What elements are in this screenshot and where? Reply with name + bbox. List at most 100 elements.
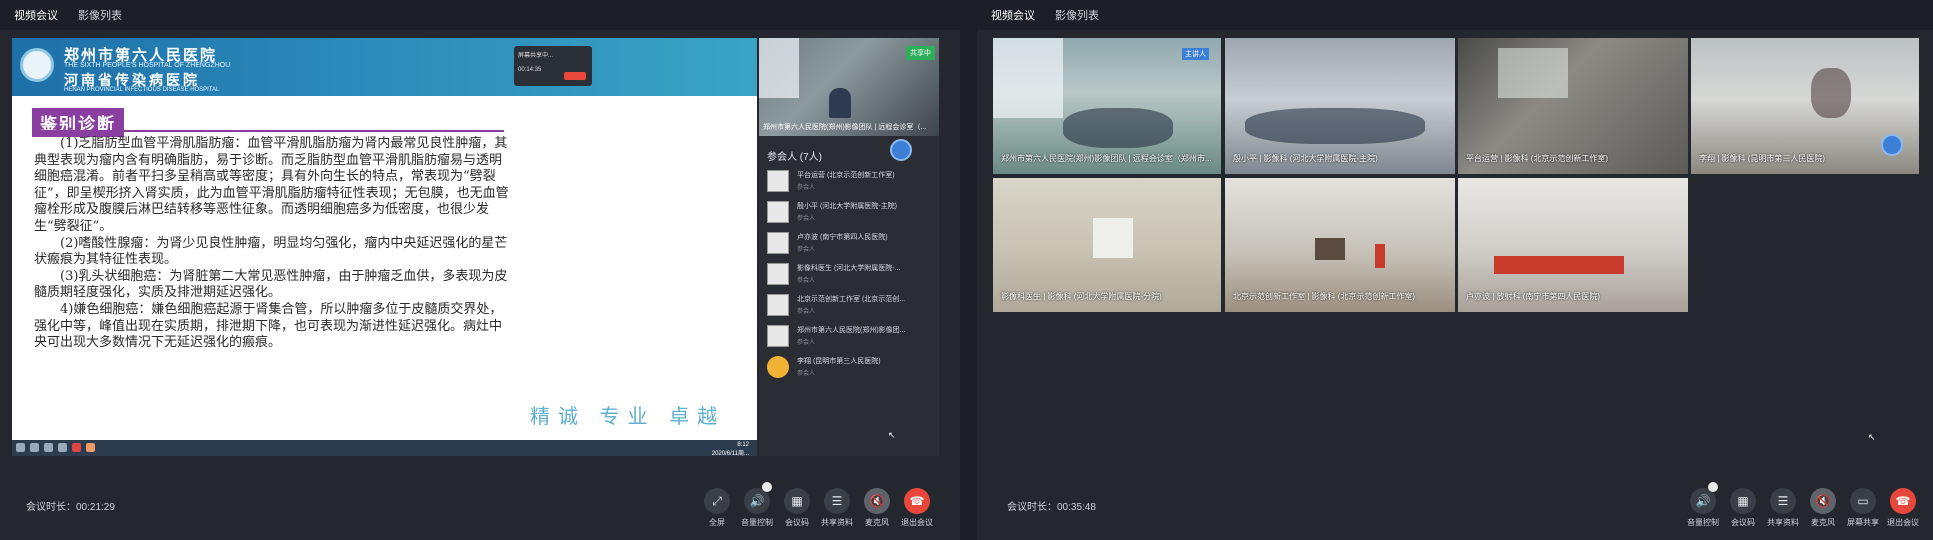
video-people <box>1063 108 1173 148</box>
share-popup-text: 屏幕共享中... <box>518 53 554 59</box>
control-label: 退出会议 <box>1887 518 1919 527</box>
hospital-logo <box>20 48 54 82</box>
participant-item[interactable]: 李翔 (昆明市第三人民医院) 参会人 <box>767 354 935 385</box>
control-label: 会议码 <box>1731 518 1755 527</box>
windows-start-icon <box>16 443 25 452</box>
video-tile-label: 李翔 | 影像科 (昆明市第三人民医院) <box>1699 154 1826 163</box>
microphone-button[interactable]: 🔇 麦克风 <box>1806 488 1840 528</box>
stop-share-button[interactable] <box>564 72 586 80</box>
participant-role: 参会人 <box>797 278 816 284</box>
speaker-avatar <box>1881 134 1903 156</box>
participant-item[interactable]: 郑州市第六人民医院(郑州)影像团... 参会人 <box>767 323 935 354</box>
video-window <box>759 38 799 98</box>
leave-meeting-button[interactable]: ☎ 退出会议 <box>1886 488 1920 528</box>
mouse-cursor-icon: ↖ <box>1868 432 1876 442</box>
video-tile-label: 郑州市第六人民医院(郑州)影像团队 | 远程会诊室（郑州市... <box>1001 154 1212 163</box>
control-label: 音量控制 <box>741 518 773 527</box>
taskbar-clock: 8:12 2020/6/11周... <box>712 442 749 456</box>
fullscreen-icon: ⤢ <box>704 488 730 514</box>
screen-share-button[interactable]: ▭ 屏幕共享 <box>1846 488 1880 528</box>
slide-paragraph-3: (3)乳头状细胞癌：为肾脏第二大常见恶性肿瘤，由于肿瘤乏血供，多表现为皮髓质期轻… <box>34 268 508 301</box>
meeting-duration: 会议时长：00:21:29 <box>26 502 115 513</box>
taskbar-app-icon <box>58 443 67 452</box>
meeting-duration: 会议时长：00:35:48 <box>1007 502 1096 513</box>
sharing-badge: 共享中 <box>906 46 935 60</box>
participant-name: 影像科医生 (河北大学附属医院-... <box>797 265 901 272</box>
participant-item[interactable]: 平台运营 (北京示范创新工作室) 参会人 <box>767 168 935 199</box>
participant-name: 郑州市第六人民医院(郑州)影像团... <box>797 327 906 334</box>
microphone-button[interactable]: 🔇 麦克风 <box>860 488 894 528</box>
volume-control-button[interactable]: 🔊 音量控制 <box>1686 482 1720 528</box>
avatar <box>767 294 789 316</box>
participant-item[interactable]: 北京示范创新工作室 (北京示范创... 参会人 <box>767 292 935 323</box>
participant-item[interactable]: 影像科医生 (河北大学附属医院-... 参会人 <box>767 261 935 292</box>
participant-name: 李翔 (昆明市第三人民医院) <box>797 358 881 365</box>
video-tile-label: 殷小平 | 影像科 (河北大学附属医院-主院) <box>1233 154 1378 163</box>
monitor-icon: ▭ <box>1850 488 1876 514</box>
participant-role: 参会人 <box>797 247 816 253</box>
sidebar-video-label: 郑州市第六人民医院(郑州)影像团队 | 远程会诊室（... <box>763 124 927 131</box>
video-tile-label: 影像科医生 | 影像科 (河北大学附属医院-分院) <box>1001 292 1162 301</box>
hospital-name-en: THE SIXTH PEOPLE'S HOSPITAL OF ZHENGZHOU <box>64 62 231 69</box>
avatar <box>767 201 789 223</box>
participant-name: 殷小平 (河北大学附属医院-主院) <box>797 203 897 210</box>
video-wall-picture <box>1315 238 1345 260</box>
video-people <box>1811 68 1851 118</box>
hospital-banner: 郑州市第六人民医院 THE SIXTH PEOPLE'S HOSPITAL OF… <box>12 38 757 96</box>
left-meeting-window: 视频会议 影像列表 郑州市第六人民医院 THE SIXTH PEOPLE'S H… <box>0 0 960 540</box>
video-tile[interactable]: 殷小平 | 影像科 (河北大学附属医院-主院) <box>1225 38 1455 174</box>
meeting-code-button[interactable]: ▦ 会议码 <box>780 488 814 528</box>
tab-video-meeting[interactable]: 视频会议 <box>14 3 58 27</box>
participant-role: 参会人 <box>797 371 816 377</box>
video-tile-label: 卢亦波 | 放射科 (南宁市第四人民医院) <box>1466 292 1601 301</box>
notification-badge <box>1708 482 1718 492</box>
notification-badge <box>762 482 772 492</box>
participant-role: 参会人 <box>797 340 816 346</box>
control-label: 麦克风 <box>865 518 889 527</box>
video-people <box>1245 108 1425 144</box>
participant-role: 参会人 <box>797 185 816 191</box>
control-label: 退出会议 <box>901 518 933 527</box>
share-materials-button[interactable]: ☰ 共享资料 <box>820 488 854 528</box>
microphone-muted-icon: 🔇 <box>864 488 890 514</box>
tab-video-meeting[interactable]: 视频会议 <box>991 3 1035 27</box>
slide-body: (1)乏脂肪型血管平滑肌脂肪瘤：血管平滑肌脂肪瘤为肾内最常见良性肿瘤，其典型表现… <box>34 136 514 352</box>
taskbar-app-icon <box>86 443 95 452</box>
leave-meeting-button[interactable]: ☎ 退出会议 <box>900 488 934 528</box>
tab-bar: 视频会议 影像列表 <box>977 0 1933 30</box>
slide-paragraph-1: (1)乏脂肪型血管平滑肌脂肪瘤：血管平滑肌脂肪瘤为肾内最常见良性肿瘤，其典型表现… <box>34 136 509 234</box>
tab-image-list[interactable]: 影像列表 <box>78 3 122 27</box>
screen-share-view: 郑州市第六人民医院 THE SIXTH PEOPLE'S HOSPITAL OF… <box>12 38 757 456</box>
sidebar-video-feed[interactable]: 共享中 郑州市第六人民医院(郑州)影像团队 | 远程会诊室（... <box>759 38 939 136</box>
video-tile[interactable]: 卢亦波 | 放射科 (南宁市第四人民医院) <box>1458 178 1688 312</box>
share-materials-button[interactable]: ☰ 共享资料 <box>1766 488 1800 528</box>
fullscreen-button[interactable]: ⤢ 全屏 <box>700 488 734 528</box>
avatar <box>767 232 789 254</box>
participants-list: 平台运营 (北京示范创新工作室) 参会人 殷小平 (河北大学附属医院-主院) 参会人… <box>767 168 935 385</box>
video-tile[interactable]: 北京示范创新工作室 | 影像科 (北京示范创新工作室) <box>1225 178 1455 312</box>
control-label: 麦克风 <box>1811 518 1835 527</box>
qr-code-icon: ▦ <box>1730 488 1756 514</box>
video-tile[interactable]: 平台运营 | 影像科 (北京示范创新工作室) <box>1458 38 1688 174</box>
avatar <box>767 325 789 347</box>
participant-item[interactable]: 殷小平 (河北大学附属医院-主院) 参会人 <box>767 199 935 230</box>
meeting-control-bar: 会议时长：00:21:29 ⤢ 全屏 🔊 音量控制 ▦ 会议码 ☰ 共享资料 🔇 麦克风 … <box>0 468 960 540</box>
video-tile[interactable]: 影像科医生 | 影像科 (河北大学附属医院-分院) <box>993 178 1221 312</box>
volume-control-button[interactable]: 🔊 音量控制 <box>740 482 774 528</box>
avatar <box>767 263 789 285</box>
participant-role: 参会人 <box>797 309 816 315</box>
video-tile[interactable]: 李翔 | 影像科 (昆明市第三人民医院) <box>1691 38 1919 174</box>
remote-taskbar: 8:12 2020/6/11周... <box>12 440 757 456</box>
right-meeting-window: 视频会议 影像列表 主讲人 郑州市第六人民医院(郑州)影像团队 | 远程会诊室（… <box>977 0 1933 540</box>
participant-item[interactable]: 卢亦波 (南宁市第四人民医院) 参会人 <box>767 230 935 261</box>
control-label: 音量控制 <box>1687 518 1719 527</box>
video-red-decoration <box>1375 244 1385 268</box>
video-tile[interactable]: 主讲人 郑州市第六人民医院(郑州)影像团队 | 远程会诊室（郑州市... <box>993 38 1221 174</box>
tab-image-list[interactable]: 影像列表 <box>1055 3 1099 27</box>
taskbar-app-icon <box>30 443 39 452</box>
participant-name: 平台运营 (北京示范创新工作室) <box>797 172 895 179</box>
video-tile-label: 平台运营 | 影像科 (北京示范创新工作室) <box>1466 154 1609 163</box>
document-icon: ☰ <box>1770 488 1796 514</box>
meeting-code-button[interactable]: ▦ 会议码 <box>1726 488 1760 528</box>
avatar <box>767 170 789 192</box>
